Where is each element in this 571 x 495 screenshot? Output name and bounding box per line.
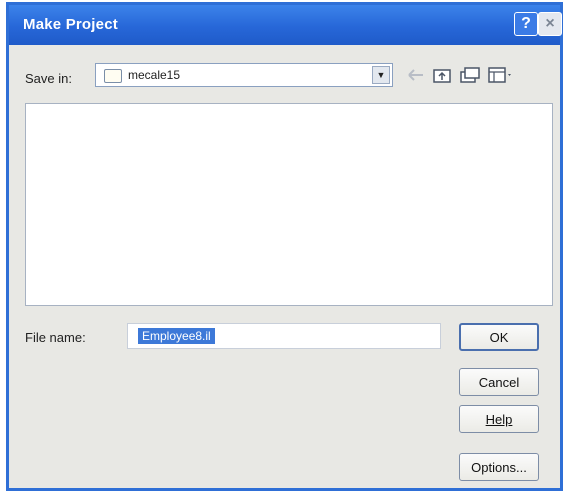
close-icon: × [545,15,555,32]
title-bar[interactable]: Make Project ? × [9,5,562,45]
make-project-dialog: Make Project ? × Save in: mecale15 ▼ Fil… [6,2,563,491]
options-button-label: Options... [471,459,527,475]
file-name-value: Employee8.il [138,328,215,344]
new-folder-icon[interactable] [459,65,481,85]
save-in-value: mecale15 [128,68,181,82]
help-button[interactable]: Help [459,405,539,433]
question-icon: ? [521,15,531,32]
file-name-input[interactable]: Employee8.il [127,323,441,349]
save-in-dropdown[interactable]: mecale15 ▼ [95,63,393,87]
back-icon[interactable] [405,65,427,85]
chevron-down-icon[interactable]: ▼ [372,66,390,84]
file-list-view[interactable] [25,103,553,306]
file-name-label: File name: [25,330,86,345]
help-button-label: Help [485,411,513,427]
views-menu-icon[interactable] [487,65,515,85]
cancel-button-label: Cancel [478,374,520,390]
ok-button[interactable]: OK [459,323,539,351]
save-in-label: Save in: [25,71,72,86]
file-name-label-text: File name: [25,330,86,345]
folder-icon [104,69,122,83]
title-close-button[interactable]: × [538,12,562,36]
options-button[interactable]: Options... [459,453,539,481]
title-help-button[interactable]: ? [514,12,538,36]
ok-button-label: OK [489,329,509,345]
up-folder-icon[interactable] [431,65,453,85]
dialog-title: Make Project [23,16,118,33]
cancel-button[interactable]: Cancel [459,368,539,396]
